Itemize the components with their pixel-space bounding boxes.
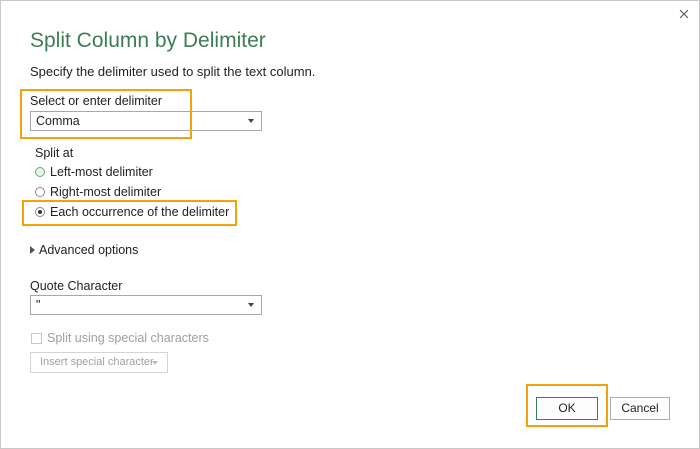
advanced-options-label: Advanced options <box>39 243 139 257</box>
close-icon[interactable] <box>675 5 693 23</box>
ok-button[interactable]: OK <box>536 397 598 420</box>
expand-triangle-icon <box>30 246 35 254</box>
quote-character-select[interactable]: " <box>30 295 262 315</box>
quote-character-label: Quote Character <box>30 279 123 293</box>
radio-each-occurrence[interactable]: Each occurrence of the delimiter <box>35 204 229 220</box>
dialog-subtitle: Specify the delimiter used to split the … <box>30 64 316 79</box>
split-column-dialog: Split Column by Delimiter Specify the de… <box>0 0 700 449</box>
dialog-title: Split Column by Delimiter <box>30 29 266 52</box>
chevron-down-icon <box>152 361 158 365</box>
radio-each-occurrence-label: Each occurrence of the delimiter <box>50 205 230 219</box>
advanced-options-toggle[interactable]: Advanced options <box>30 243 138 257</box>
delimiter-label: Select or enter delimiter <box>30 94 163 108</box>
special-characters-label: Split using special characters <box>47 331 209 345</box>
radio-button-icon[interactable] <box>35 167 45 177</box>
close-button[interactable] <box>675 5 693 23</box>
radio-button-icon[interactable] <box>35 187 45 197</box>
delimiter-select-value: Comma <box>36 114 80 128</box>
split-at-label: Split at <box>35 146 74 160</box>
special-characters-checkbox <box>31 332 42 344</box>
cancel-button[interactable]: Cancel <box>610 397 670 420</box>
delimiter-select[interactable]: Comma <box>30 111 262 131</box>
insert-special-character-button: Insert special character <box>30 352 168 373</box>
quote-character-value: " <box>36 298 41 312</box>
radio-right-most[interactable]: Right-most delimiter <box>35 184 161 200</box>
radio-right-most-label: Right-most delimiter <box>50 185 162 199</box>
special-characters-checkbox-row: Split using special characters <box>31 330 209 346</box>
chevron-down-icon <box>248 303 254 307</box>
insert-special-character-label: Insert special character <box>40 356 154 368</box>
radio-left-most[interactable]: Left-most delimiter <box>35 164 153 180</box>
radio-button-selected-icon[interactable] <box>35 207 45 217</box>
radio-left-most-label: Left-most delimiter <box>50 165 153 179</box>
chevron-down-icon <box>248 119 254 123</box>
